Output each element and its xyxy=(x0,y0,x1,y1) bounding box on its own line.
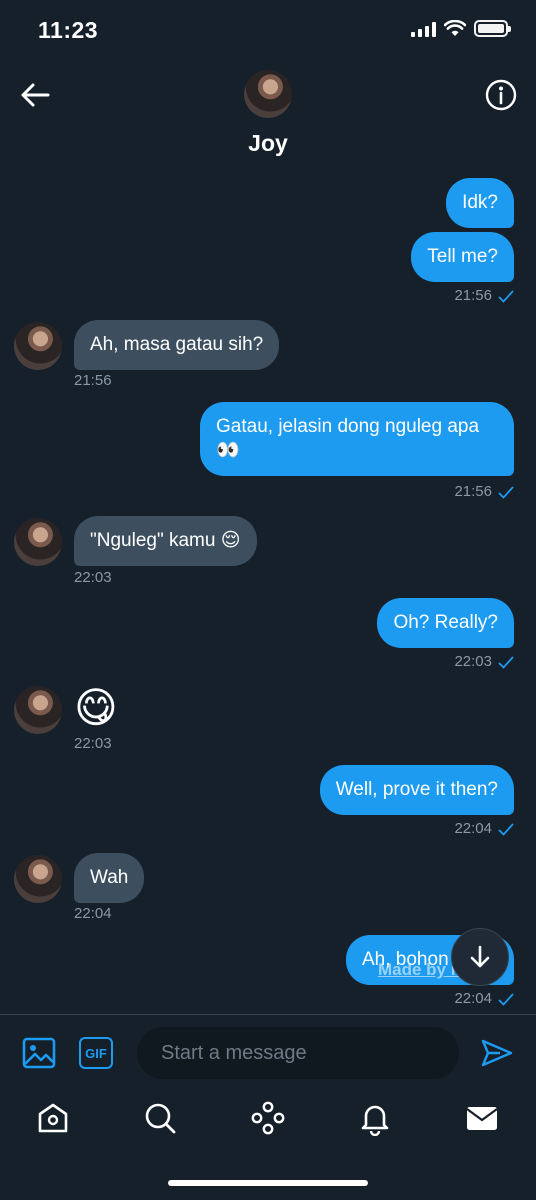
message-bubble-outgoing[interactable]: Gatau, jelasin dong nguleg apa 👀 xyxy=(200,402,514,476)
message-text: Well, prove it then? xyxy=(335,779,498,800)
message-bubble-outgoing[interactable]: Idk? xyxy=(446,178,514,228)
arrow-down-icon xyxy=(470,945,490,968)
message-input[interactable] xyxy=(137,1027,459,1079)
timestamp-text: 21:56 xyxy=(454,287,492,304)
battery-icon xyxy=(474,20,511,37)
composer-divider xyxy=(0,1014,536,1015)
home-icon[interactable] xyxy=(35,1100,71,1136)
message-text: Gatau, jelasin dong nguleg apa xyxy=(216,416,480,437)
status-time: 11:23 xyxy=(38,17,99,43)
sender-avatar[interactable] xyxy=(14,322,62,370)
cellular-signal-icon xyxy=(411,21,436,37)
message-timestamp: 22:04 xyxy=(454,820,514,837)
emoji-message[interactable]: 😋 xyxy=(74,684,118,732)
message-text: Ah, masa gatau sih? xyxy=(90,334,264,355)
timestamp-text: 22:04 xyxy=(454,820,492,837)
message-timestamp: 22:04 xyxy=(74,905,112,922)
scroll-to-bottom-button[interactable] xyxy=(451,928,509,986)
send-icon[interactable] xyxy=(480,1036,514,1070)
message-bubble-outgoing[interactable]: Well, prove it then? xyxy=(319,765,514,815)
check-icon xyxy=(498,655,514,669)
timestamp-text: 22:03 xyxy=(454,653,492,670)
message-text-line2: 👀 xyxy=(216,440,240,461)
message-timestamp: 21:56 xyxy=(454,287,514,304)
message-bubble-incoming[interactable]: Wah xyxy=(74,853,145,903)
contact-name[interactable]: Joy xyxy=(0,130,536,157)
timestamp-text: 22:04 xyxy=(454,990,492,1007)
message-text: Oh? Really? xyxy=(393,612,498,633)
message-timestamp: 22:03 xyxy=(74,735,112,752)
message-text: Tell me? xyxy=(427,246,498,267)
message-bubble-outgoing[interactable]: Tell me? xyxy=(411,232,514,282)
wifi-icon xyxy=(444,20,466,36)
message-timestamp: 21:56 xyxy=(454,483,514,500)
sender-avatar[interactable] xyxy=(14,686,62,734)
message-timestamp: 22:03 xyxy=(74,569,112,586)
info-icon[interactable] xyxy=(484,78,518,112)
home-indicator xyxy=(168,1180,368,1186)
check-icon xyxy=(498,289,514,303)
gif-icon[interactable]: GIF xyxy=(79,1037,113,1069)
message-timestamp: 22:03 xyxy=(454,653,514,670)
mail-icon[interactable] xyxy=(464,1100,500,1136)
check-icon xyxy=(498,992,514,1006)
message-bubble-incoming[interactable]: "Nguleg" kamu 😌 xyxy=(74,516,257,566)
message-timestamp: 21:56 xyxy=(74,372,112,389)
bell-icon[interactable] xyxy=(357,1100,393,1136)
status-bar: 11:23 xyxy=(0,0,536,60)
check-icon xyxy=(498,822,514,836)
check-icon xyxy=(498,485,514,499)
back-arrow-icon[interactable] xyxy=(18,78,52,112)
timestamp-text: 21:56 xyxy=(454,483,492,500)
message-text: Idk? xyxy=(462,192,498,213)
status-icons xyxy=(411,20,511,37)
message-bubble-outgoing[interactable]: Oh? Really? xyxy=(377,598,514,648)
sender-avatar[interactable] xyxy=(14,855,62,903)
message-timestamp: 22:04 xyxy=(454,990,514,1007)
contact-avatar[interactable] xyxy=(244,70,292,118)
message-text: Wah xyxy=(90,867,129,888)
search-icon[interactable] xyxy=(142,1100,178,1136)
image-icon[interactable] xyxy=(22,1036,56,1070)
message-bubble-incoming[interactable]: Ah, masa gatau sih? xyxy=(74,320,280,370)
spaces-icon[interactable] xyxy=(250,1100,286,1136)
message-text: "Nguleg" kamu 😌 xyxy=(90,530,241,551)
sender-avatar[interactable] xyxy=(14,518,62,566)
